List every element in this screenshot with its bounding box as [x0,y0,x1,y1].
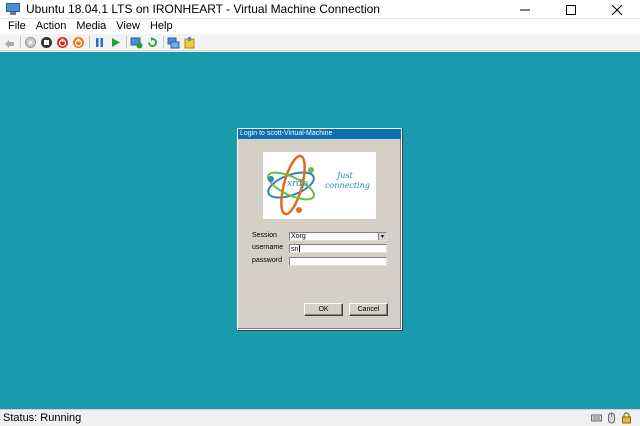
logo-tagline-2: connecting [325,181,370,190]
text-caret [299,245,301,252]
toolbar-separator [20,36,21,48]
window-controls [502,0,640,19]
checkpoint-icon[interactable] [130,36,143,49]
menu-view[interactable]: View [111,19,145,34]
minimize-button[interactable] [502,0,548,19]
toolbar [0,34,640,51]
revert-icon[interactable] [146,36,159,49]
resume-icon[interactable] [109,36,122,49]
menu-media[interactable]: Media [71,19,111,34]
menu-action[interactable]: Action [31,19,72,34]
menu-help[interactable]: Help [145,19,178,34]
toolbar-separator [163,36,164,48]
status-icons [591,412,632,424]
status-text: Status: Running [3,412,82,424]
share-icon[interactable] [183,36,196,49]
menu-bar: File Action Media View Help [0,19,640,34]
start-icon[interactable] [24,36,37,49]
menu-file[interactable]: File [3,19,31,34]
status-bar: Status: Running [0,409,640,426]
username-field[interactable]: sn [289,244,387,253]
toolbar-separator [126,36,127,48]
keyboard-icon [591,412,602,424]
turn-off-icon[interactable] [40,36,53,49]
minimize-icon [520,9,530,10]
session-select[interactable]: Xorg ▼ [289,232,387,241]
logo-tagline-1: Just [337,171,353,180]
xrdp-logo: xrdp Just connecting [263,152,376,219]
lock-icon [621,412,632,424]
password-label: password [252,257,282,264]
shut-down-icon[interactable] [56,36,69,49]
ctrl-alt-del-icon[interactable] [3,36,16,49]
username-label: username [252,244,284,251]
maximize-icon [566,4,576,15]
session-value: Xorg [291,233,306,240]
pause-icon[interactable] [93,36,106,49]
close-icon [612,4,622,15]
toolbar-separator [89,36,90,48]
username-value: sn [291,246,299,253]
enhanced-session-icon[interactable] [167,36,180,49]
dialog-title: Login to scott-Virtual-Machine [238,129,401,139]
password-field[interactable] [289,257,387,266]
xrdp-login-dialog: Login to scott-Virtual-Machine xrdp Just… [237,128,402,330]
maximize-button[interactable] [548,0,594,19]
logo-brand: xrdp [287,179,308,189]
virtual-machine-connection-icon [6,3,20,15]
window-title: Ubuntu 18.04.1 LTS on IRONHEART - Virtua… [26,2,380,16]
save-state-icon[interactable] [72,36,85,49]
close-button[interactable] [594,0,640,19]
mouse-icon [606,412,617,424]
chevron-down-icon[interactable]: ▼ [378,233,386,240]
ok-button[interactable]: OK [304,303,343,316]
cancel-button[interactable]: Cancel [349,303,388,316]
session-label: Session [252,232,277,239]
title-bar[interactable]: Ubuntu 18.04.1 LTS on IRONHEART - Virtua… [0,0,640,19]
